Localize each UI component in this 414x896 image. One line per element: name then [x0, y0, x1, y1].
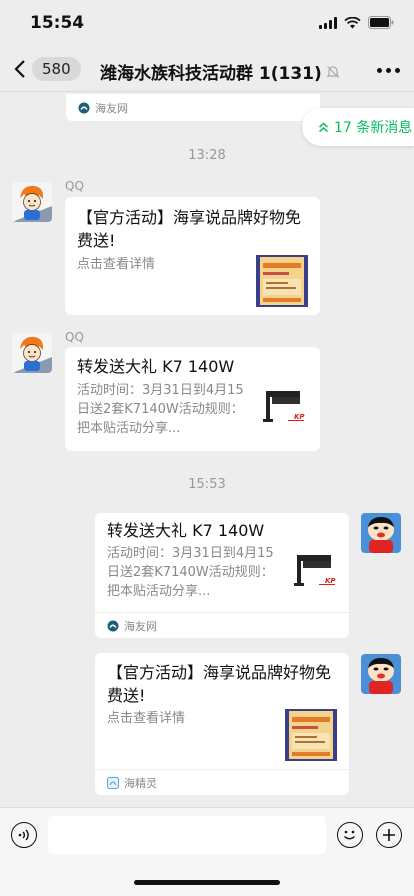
- svg-text:KP: KP: [294, 413, 305, 421]
- new-messages-button[interactable]: 17 条新消息: [302, 108, 414, 146]
- card-source: 海友网: [95, 612, 349, 638]
- source-logo-icon: [78, 102, 90, 113]
- aquarium-light-thumbnail-icon: KP: [256, 385, 308, 437]
- link-card[interactable]: 【官方活动】海享说品牌好物免费送! 点击查看详情: [65, 197, 320, 315]
- card-source: 海精灵: [95, 769, 349, 795]
- mute-bell-icon: [326, 65, 340, 78]
- cartoon-boy-avatar-icon: [361, 513, 401, 553]
- cartoon-avatar-icon: [12, 182, 52, 222]
- status-icons: [319, 16, 394, 29]
- voice-button[interactable]: [11, 822, 37, 848]
- new-messages-label: 17 条新消息: [334, 120, 413, 136]
- wifi-icon: [344, 16, 361, 28]
- emoji-button[interactable]: [337, 822, 363, 848]
- my-avatar[interactable]: [361, 654, 401, 694]
- avatar[interactable]: [12, 182, 52, 222]
- card-description: 点击查看详情: [107, 711, 186, 726]
- nav-bar: 580 潍海水族科技活动群 1(131): [0, 48, 414, 92]
- battery-icon: [368, 16, 394, 29]
- card-source-name: 海精灵: [124, 776, 157, 790]
- signal-icon: [319, 16, 337, 29]
- voice-icon: [18, 829, 29, 841]
- poster-thumbnail-icon: [285, 709, 337, 761]
- plus-icon: [383, 829, 395, 841]
- partial-link-card[interactable]: 海友网: [66, 93, 320, 121]
- card-source: 海友网: [66, 93, 320, 121]
- card-thumbnail: KP: [287, 549, 339, 601]
- avatar[interactable]: [12, 333, 52, 373]
- svg-text:KP: KP: [325, 577, 336, 585]
- card-title: 转发送大礼 K7 140W: [107, 521, 265, 540]
- home-indicator: [134, 880, 280, 885]
- card-description: 活动时间：3月31日到4月15日送2套K7140W活动规则：把本贴活动分享...: [107, 546, 274, 599]
- more-actions-button[interactable]: [376, 822, 402, 848]
- cartoon-avatar-icon: [12, 333, 52, 373]
- chevron-left-icon: [14, 60, 25, 78]
- link-card[interactable]: 转发送大礼 K7 140W 活动时间：3月31日到4月15日送2套K7140W活…: [65, 347, 320, 451]
- sender-name: QQ: [65, 179, 84, 193]
- aquarium-light-thumbnail-icon: KP: [287, 549, 339, 601]
- unread-count-badge: 580: [32, 57, 81, 81]
- card-source-name: 海友网: [95, 101, 128, 115]
- chat-title-text: 潍海水族科技活动群 1(131): [100, 64, 322, 84]
- card-description: 活动时间：3月31日到4月15日送2套K7140W活动规则：把本贴活动分享...: [77, 383, 244, 436]
- card-title: 【官方活动】海享说品牌好物免费送!: [107, 663, 332, 705]
- source-logo-icon: [107, 776, 119, 789]
- card-source-name: 海友网: [124, 619, 157, 633]
- smiley-icon: [344, 830, 355, 840]
- card-title: 转发送大礼 K7 140W: [77, 357, 235, 376]
- cartoon-boy-avatar-icon: [361, 654, 401, 694]
- card-title: 【官方活动】海享说品牌好物免费送!: [77, 208, 302, 250]
- chat-title: 潍海水族科技活动群 1(131): [100, 59, 340, 84]
- timestamp: 13:28: [188, 148, 226, 163]
- message-input[interactable]: [48, 816, 326, 854]
- more-button[interactable]: [377, 68, 400, 73]
- my-avatar[interactable]: [361, 513, 401, 553]
- double-chevron-up-icon: [319, 122, 328, 132]
- card-description: 点击查看详情: [77, 257, 156, 272]
- link-card[interactable]: 转发送大礼 K7 140W 活动时间：3月31日到4月15日送2套K7140W活…: [95, 513, 349, 638]
- card-thumbnail: [285, 709, 337, 761]
- link-card[interactable]: 【官方活动】海享说品牌好物免费送! 点击查看详情 海精灵: [95, 653, 349, 795]
- status-time: 15:54: [30, 13, 85, 33]
- card-thumbnail: [256, 255, 308, 307]
- chat-area[interactable]: 海友网 17 条新消息 13:28 QQ 【官方活动】海享说品牌好物免费送! 点…: [0, 93, 414, 807]
- card-thumbnail: KP: [256, 385, 308, 437]
- status-bar: 15:54: [0, 0, 414, 48]
- source-logo-icon: [107, 620, 119, 631]
- timestamp: 15:53: [188, 477, 226, 492]
- poster-thumbnail-icon: [256, 255, 308, 307]
- back-button[interactable]: 580: [14, 57, 81, 81]
- sender-name: QQ: [65, 330, 84, 344]
